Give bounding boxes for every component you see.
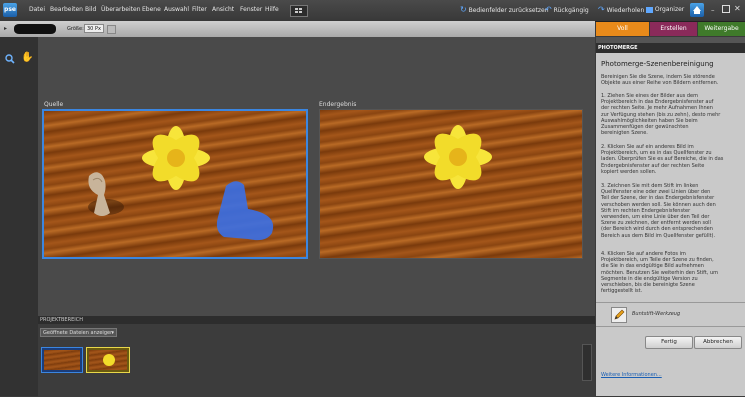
panel-step-3: 3. Zeichnen Sie mit dem Stift im linken Q… (601, 183, 716, 239)
size-input[interactable]: 30 Px (84, 24, 104, 33)
panel-intro: Bereinigen Sie die Szene, indem Sie stör… (601, 74, 719, 87)
menu-datei[interactable]: Datei (29, 6, 45, 13)
tab-erstellen[interactable]: Erstellen (650, 22, 697, 36)
result-label: Endergebnis (319, 101, 357, 108)
tab-photomerge[interactable]: PHOTOMERGE (598, 45, 638, 51)
minimize-button[interactable]: – (711, 6, 715, 14)
thumbnail-2[interactable] (86, 347, 130, 373)
redo-button[interactable]: ↷ Wiederholen (598, 4, 644, 16)
thumbnail-1[interactable] (41, 347, 83, 373)
more-info-link[interactable]: Weitere Informationen... (601, 372, 662, 378)
panel-step-2: 2. Klicken Sie auf ein anderes Bild im Pr… (601, 144, 724, 175)
menu-auswahl[interactable]: Auswahl (164, 6, 189, 13)
magnifier-icon (5, 54, 15, 64)
source-photo-content (88, 126, 274, 241)
thumbnail-2-image (89, 350, 127, 370)
chevron-down-icon: ▾ (111, 330, 114, 336)
pencil-tool-button[interactable] (611, 307, 627, 323)
divider (596, 326, 745, 327)
size-slider-button[interactable] (107, 25, 116, 34)
hand-tool-button[interactable]: ✋ (21, 52, 33, 63)
project-bin-header (38, 316, 595, 324)
menu-bild[interactable]: Bild (85, 6, 96, 13)
panel-title: Photomerge-Szenenbereinigung (601, 60, 714, 68)
redo-icon: ↷ (598, 5, 605, 14)
layout-switch-button[interactable] (290, 5, 308, 17)
zoom-tool-button[interactable] (5, 54, 15, 66)
result-photo-content (424, 125, 492, 189)
tab-weitergabe[interactable]: Weitergabe (698, 22, 745, 36)
brush-preview[interactable] (14, 24, 56, 34)
panel-step-4: 4. Klicken Sie auf andere Fotos im Projek… (601, 251, 718, 295)
size-label: Größe: (67, 26, 84, 32)
close-button[interactable]: ✕ (734, 4, 741, 13)
reset-panels-button[interactable]: ↻ Bedienfelder zurücksetzen (460, 4, 549, 16)
menu-ebene[interactable]: Ebene (142, 6, 161, 13)
app-logo: pse (3, 3, 17, 17)
tool-name: Buntstift-Werkzeug (632, 311, 681, 317)
undo-button[interactable]: ↶ Rückgängig (545, 4, 589, 16)
menu-ueberarbeiten[interactable]: Überarbeiten (101, 6, 141, 13)
tool-preset-arrow-icon[interactable]: ▸ (4, 25, 7, 32)
source-image-window[interactable] (42, 109, 308, 259)
organizer-icon (646, 6, 653, 13)
toolbox (0, 37, 39, 396)
thumbnail-1-image (44, 350, 80, 370)
maximize-button[interactable] (722, 5, 730, 13)
project-bin-filter-select[interactable]: Geöffnete Dateien anzeigen ▾ (40, 328, 117, 337)
organizer-button[interactable]: Organizer (646, 4, 684, 16)
grid-icon (295, 8, 302, 13)
pencil-icon (614, 309, 625, 320)
menu-fenster[interactable]: Fenster (240, 6, 262, 13)
result-image-window[interactable] (319, 109, 583, 259)
home-icon (693, 6, 701, 14)
home-button[interactable] (690, 3, 704, 17)
menu-hilfe[interactable]: Hilfe (265, 6, 279, 13)
divider (596, 302, 745, 303)
cancel-button[interactable]: Abbrechen (694, 336, 742, 349)
source-label: Quelle (44, 101, 64, 108)
tab-voll[interactable]: Voll (596, 22, 649, 36)
menu-filter[interactable]: Filter (192, 6, 207, 13)
menu-ansicht[interactable]: Ansicht (212, 6, 234, 13)
menu-bearbeiten[interactable]: Bearbeiten (50, 6, 83, 13)
reset-icon: ↻ (460, 5, 467, 14)
project-bin-title: PROJEKTBEREICH (40, 317, 83, 323)
done-button[interactable]: Fertig (645, 336, 693, 349)
undo-icon: ↶ (545, 5, 552, 14)
project-bin-scrollbar[interactable] (582, 344, 592, 381)
hand-icon: ✋ (21, 52, 34, 63)
panel-step-1: 1. Ziehen Sie eines der Bilder aus dem Pr… (601, 93, 721, 137)
